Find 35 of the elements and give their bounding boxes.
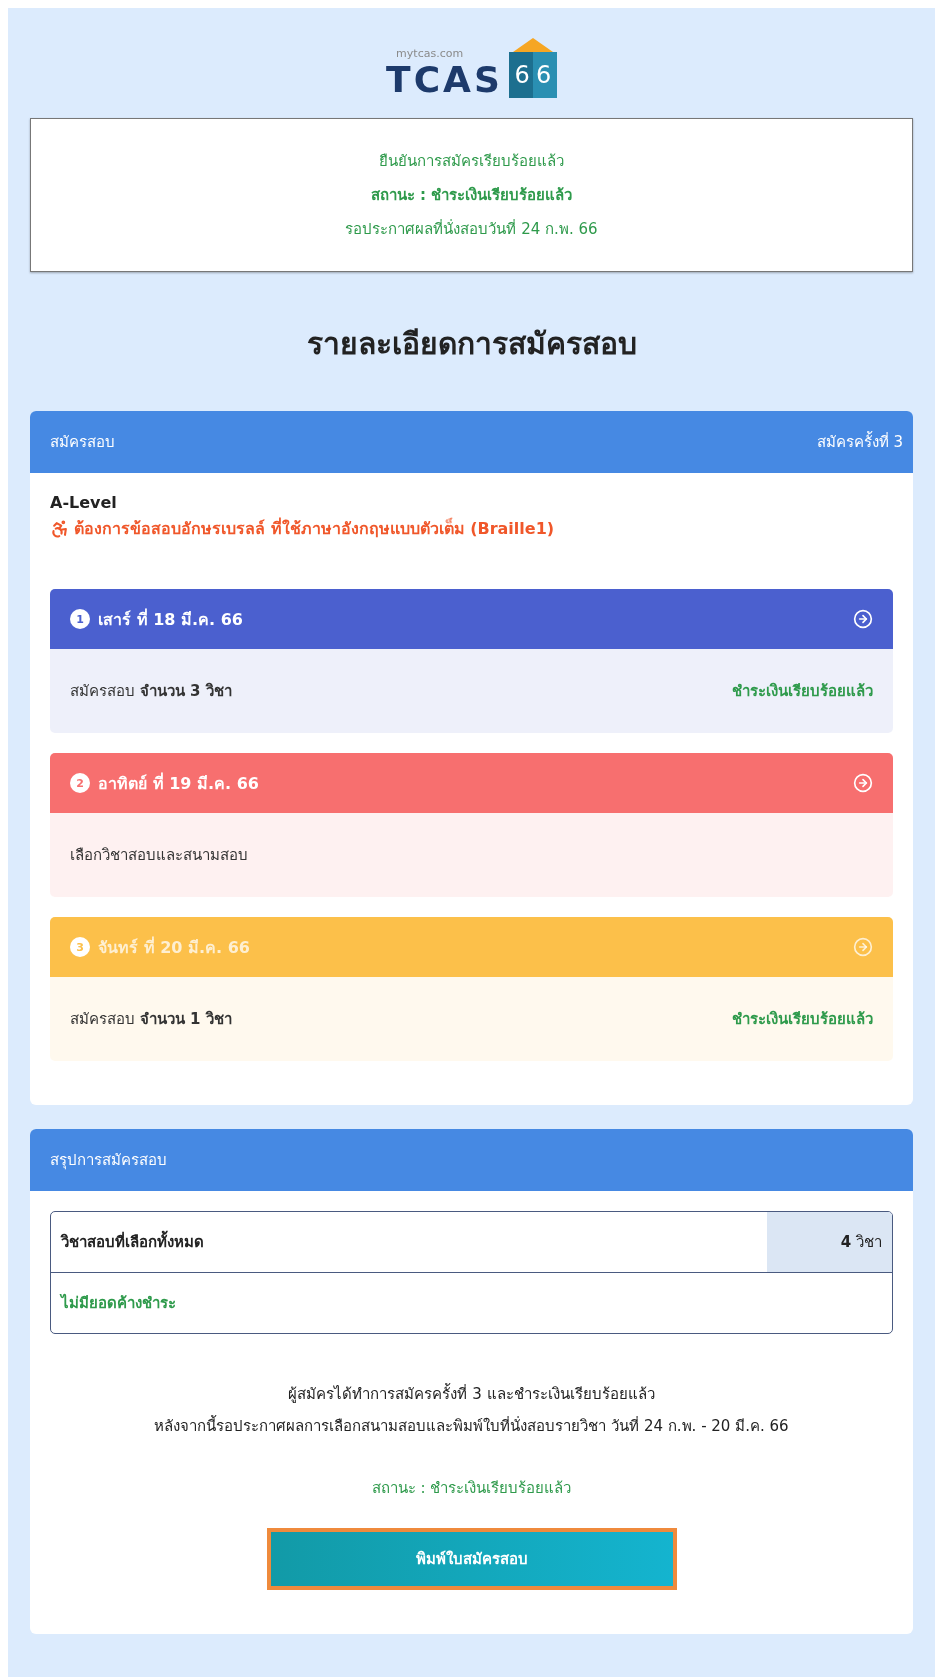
step-number: 1	[70, 609, 90, 629]
accessibility-icon	[50, 518, 70, 539]
day-header[interactable]: 2 อาทิตย์ ที่ 19 มี.ค. 66	[50, 753, 893, 813]
card-title: สรุปการสมัครสอบ	[50, 1150, 167, 1172]
day-header[interactable]: 1 เสาร์ ที่ 18 มี.ค. 66	[50, 589, 893, 649]
table-cell: วิชาสอบที่เลือกทั้งหมด	[51, 1212, 767, 1272]
step-number: 3	[70, 937, 90, 957]
card-title: สมัครสอบ	[50, 432, 115, 453]
day-detail: สมัครสอบ จำนวน 3 วิชา	[70, 681, 232, 702]
message-text: ผู้สมัครได้ทำการสมัครครั้งที่ 3 และชำระเงินเรียบร้อยแล้ว	[288, 1382, 655, 1405]
status-text: ยืนยันการสมัครเรียบร้อยแล้ว	[379, 151, 564, 172]
day-date: เสาร์ ที่ 18 มี.ค. 66	[98, 607, 244, 631]
status-text: สถานะ : ชำระเงินเรียบร้อยแล้ว	[370, 185, 573, 206]
status-text: รอประกาศผลที่นั่งสอบวันที่ 24 ก.พ. 66	[345, 218, 598, 240]
page-title: รายละเอียดการสมัครสอบ	[305, 325, 638, 363]
round-text: สมัครครั้งที่ 3	[816, 430, 903, 453]
arrow-right-circle-icon[interactable]	[853, 609, 873, 629]
day-detail: สมัครสอบ จำนวน 1 วิชา	[70, 1009, 232, 1030]
logo-site-text: mytcas.com	[396, 47, 464, 60]
table-cell-text: ไม่มียอดค้างชำระ	[58, 1292, 177, 1314]
day-header[interactable]: 3 จันทร์ ที่ 20 มี.ค. 66	[50, 917, 893, 977]
status-text: สถานะ : ชำระเงินเรียบร้อยแล้ว	[370, 1478, 573, 1499]
accommodation-text: ต้องการข้อสอบอักษรเบรลล์ ที่ใช้ภาษาอังกฤษแบบตัวเต็ม (Braille1)	[74, 516, 555, 540]
day-date: อาทิตย์ ที่ 19 มี.ค. 66	[98, 771, 260, 795]
day-detail: เลือกวิชาสอบและสนามสอบ	[70, 845, 248, 866]
payment-status: ชำระเงินเรียบร้อยแล้ว	[732, 681, 873, 702]
payment-status: ชำระเงินเรียบร้อยแล้ว	[732, 1009, 873, 1030]
day-date: จันทร์ ที่ 20 มี.ค. 66	[98, 935, 251, 959]
exam-name: A-Level	[50, 493, 118, 512]
arrow-right-circle-icon[interactable]	[853, 773, 873, 793]
step-number: 2	[70, 773, 90, 793]
table-cell-text: 4 วิชา	[840, 1232, 882, 1253]
print-button[interactable]: พิมพ์ใบสมัครสอบ	[266, 1528, 677, 1590]
logo-wordmark: TCAS	[386, 60, 503, 100]
message-text: หลังจากนี้รอประกาศผลการเลือกสนามสอบและพิมพ์ใบที่นั่งสอบรายวิชา วันที่ 24 ก.พ. - 20 มี.ค. 66	[154, 1414, 789, 1437]
